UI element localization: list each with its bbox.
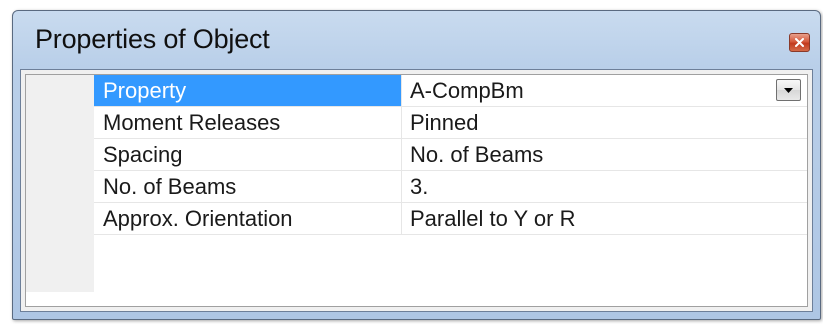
property-name[interactable]: Property [94,75,402,106]
grid-bottom-strip [26,292,807,306]
property-row-moment-releases[interactable]: Moment Releases Pinned [94,107,807,139]
window-title: Properties of Object [35,24,270,54]
property-row-property[interactable]: Property A-CompBm [94,75,807,107]
close-icon [795,38,804,47]
property-value[interactable]: 3. [402,171,807,202]
properties-window: Properties of Object Property A-CompBm M… [12,10,821,320]
title-bar[interactable]: Properties of Object [13,11,820,67]
property-value[interactable]: Pinned [402,107,807,138]
property-row-approx-orientation[interactable]: Approx. Orientation Parallel to Y or R [94,203,807,235]
property-name[interactable]: Spacing [94,139,402,170]
property-name[interactable]: Moment Releases [94,107,402,138]
property-value-dropdown[interactable]: A-CompBm [402,75,807,106]
client-area: Property A-CompBm Moment Releases Pinned… [20,69,813,312]
close-button[interactable] [789,33,810,52]
property-grid[interactable]: Property A-CompBm Moment Releases Pinned… [25,74,808,307]
property-value[interactable]: Parallel to Y or R [402,203,807,234]
property-name[interactable]: No. of Beams [94,171,402,202]
property-value: A-CompBm [410,78,524,103]
property-row-no-of-beams[interactable]: No. of Beams 3. [94,171,807,203]
property-value[interactable]: No. of Beams [402,139,807,170]
chevron-down-icon [784,87,793,93]
dropdown-button[interactable] [776,79,801,101]
property-name[interactable]: Approx. Orientation [94,203,402,234]
property-row-spacing[interactable]: Spacing No. of Beams [94,139,807,171]
grid-gutter [26,75,94,306]
